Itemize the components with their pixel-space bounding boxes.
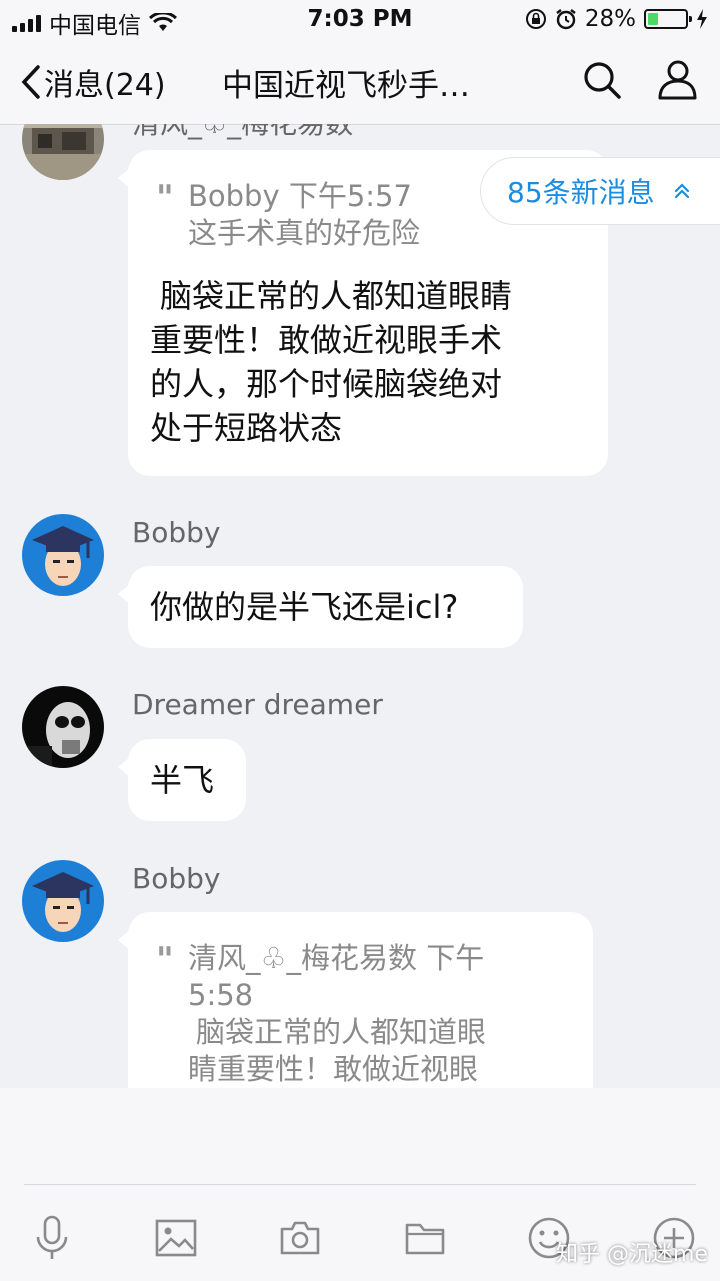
avatar[interactable] [22, 514, 104, 596]
portrait-avatar-icon [22, 686, 104, 768]
message-input[interactable] [24, 1098, 696, 1178]
back-chevron-icon [21, 65, 40, 99]
sender-name: Bobby [132, 862, 221, 895]
message-bubble[interactable]: 半飞 [118, 739, 246, 821]
avatar[interactable] [22, 124, 104, 180]
quote-header: 5:58 [188, 978, 254, 1012]
image-icon [155, 1219, 197, 1257]
divider [24, 1184, 696, 1185]
charging-icon [697, 9, 707, 29]
group-members-icon[interactable] [654, 58, 698, 102]
quote-mark-icon: " [156, 940, 174, 980]
battery-percent: 28% [584, 6, 636, 32]
back-button[interactable]: 消息(24) [18, 60, 166, 104]
status-right: 28% [525, 6, 708, 32]
message-line: 处于短路状态 [150, 409, 343, 447]
avatar[interactable] [22, 860, 104, 942]
chat-area[interactable]: 清风_♧_梅花易数 " Bobby 下午5:57 这手术真的好危险 脑袋正常的人… [0, 124, 720, 1088]
quote-text: 睛重要性！敢做近视眼 [188, 1052, 479, 1086]
message-line: 脑袋正常的人都知道眼睛 [160, 277, 513, 315]
search-icon[interactable] [582, 60, 622, 100]
graduate-avatar-icon [22, 514, 104, 596]
graduate-avatar-icon [22, 860, 104, 942]
status-bar: 中国电信 7:03 PM 28% [0, 0, 720, 40]
camera-icon [280, 1221, 320, 1255]
message-text: 你做的是半飞还是icl? [150, 588, 459, 626]
sender-name: Bobby [132, 516, 221, 549]
double-chevron-up-icon [674, 183, 689, 199]
message-line: 重要性！敢做近视眼手术 [150, 321, 503, 359]
camera-button[interactable] [272, 1210, 328, 1266]
message-text: 脑袋正常的人都知道眼睛 重要性！敢做近视眼手术 的人，那个时候脑袋绝对 处于短路… [150, 274, 584, 450]
landscape-avatar-icon [22, 124, 104, 180]
quote-header: 清风_♧_梅花易数 下午 [188, 941, 485, 975]
nav-bar: 消息(24) 中国近视飞秒手… [0, 40, 720, 125]
image-button[interactable] [148, 1210, 204, 1266]
new-messages-label: 85条新消息 [507, 176, 655, 209]
file-button[interactable] [397, 1210, 453, 1266]
sender-name: Dreamer dreamer [132, 688, 383, 721]
voice-button[interactable] [24, 1210, 80, 1266]
battery-icon [644, 9, 692, 29]
page-title: 中国近视飞秒手… [222, 68, 470, 104]
message-bubble[interactable]: " 清风_♧_梅花易数 下午 5:58 脑袋正常的人都知道眼 睛重要性！敢做近视… [118, 912, 593, 1088]
quoted-reply[interactable]: " 清风_♧_梅花易数 下午 5:58 脑袋正常的人都知道眼 睛重要性！敢做近视… [150, 940, 569, 1088]
alarm-icon [556, 9, 576, 30]
folder-icon [405, 1223, 445, 1255]
watermark: 知乎 @沉迷me [556, 1242, 708, 1267]
message-bubble[interactable]: 你做的是半飞还是icl? [118, 566, 523, 648]
avatar[interactable] [22, 686, 104, 768]
back-label: 消息(24) [44, 68, 166, 103]
new-messages-button[interactable]: 85条新消息 [480, 157, 720, 225]
rotation-lock-icon [525, 9, 546, 29]
quote-mark-icon: " [156, 178, 174, 218]
microphone-icon [36, 1215, 68, 1259]
message-line: 的人，那个时候脑袋绝对 [150, 365, 503, 403]
message-text: 半飞 [150, 761, 215, 799]
sender-name: 清风_♧_梅花易数 [132, 124, 353, 142]
quote-text: 脑袋正常的人都知道眼 [196, 1015, 487, 1049]
